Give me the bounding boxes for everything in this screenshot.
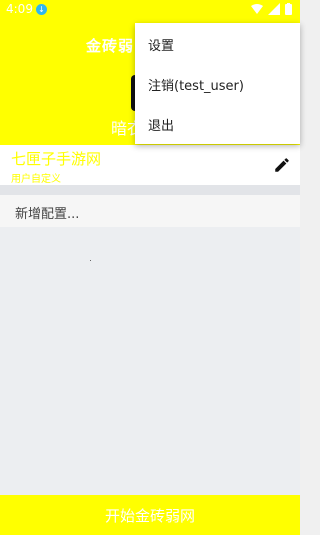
config-item[interactable]: 七匣子手游网 用户自定义 — [0, 145, 300, 185]
pencil-icon — [275, 158, 289, 172]
download-icon: ↓ — [36, 4, 47, 15]
menu-item-label: 退出 — [148, 119, 175, 134]
config-subtitle: 用户自定义 — [11, 174, 61, 185]
add-config-label: 新增配置... — [15, 207, 80, 222]
status-icons — [251, 3, 292, 15]
menu-item-label: 设置 — [148, 39, 175, 54]
divider — [0, 185, 300, 195]
menu-item-label: 注销(test_user) — [148, 79, 244, 94]
signal-icon — [268, 3, 280, 15]
status-time: 4:09 — [6, 2, 33, 16]
menu-item-exit[interactable]: 退出 — [135, 103, 300, 143]
edit-button[interactable] — [270, 153, 294, 177]
start-button[interactable]: 开始金砖弱网 — [0, 495, 300, 535]
speck — [90, 260, 91, 261]
config-name: 七匣子手游网 — [11, 150, 102, 168]
overflow-menu: 设置 注销(test_user) 退出 — [135, 23, 300, 144]
menu-item-logout[interactable]: 注销(test_user) — [135, 63, 300, 103]
menu-item-settings[interactable]: 设置 — [135, 23, 300, 63]
content-area — [0, 227, 300, 495]
wifi-icon — [251, 4, 263, 14]
add-config-button[interactable]: 新增配置... — [0, 195, 300, 227]
battery-icon — [285, 3, 292, 15]
status-bar: 4:09 ↓ — [0, 0, 300, 20]
